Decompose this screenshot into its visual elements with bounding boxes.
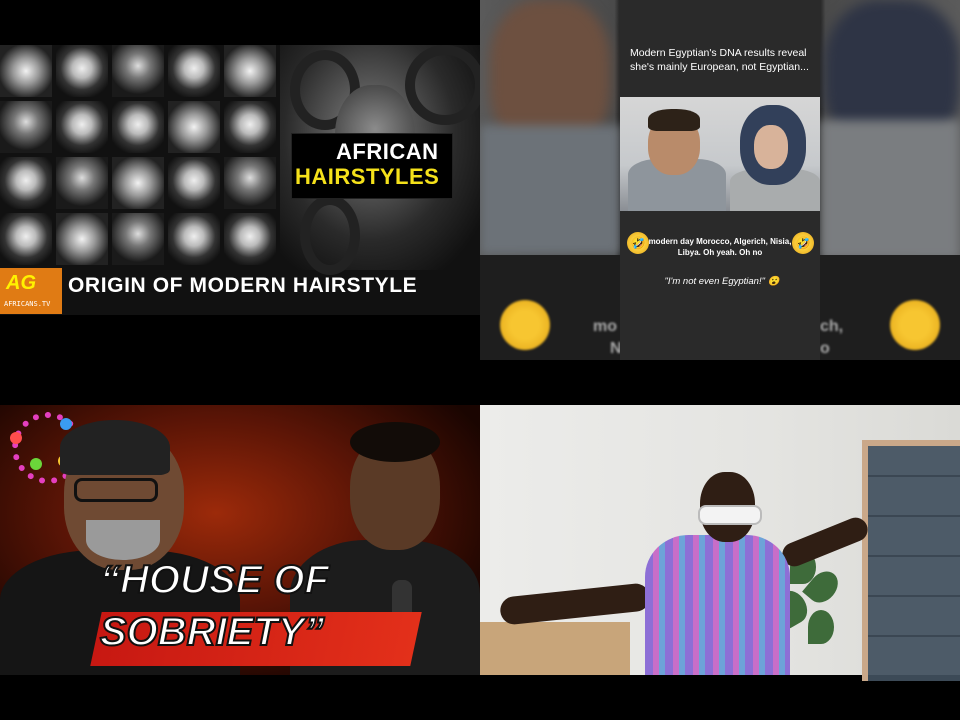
thumbnail-african-hairstyles[interactable]: AFRICAN HAIRSTYLES AG AFRICANS.TV ORIGIN… xyxy=(0,0,480,360)
striped-shirt xyxy=(645,535,790,675)
thumbnail-egyptian-dna[interactable]: mo N ch, o Modern Egyptian's DNA results… xyxy=(480,0,960,360)
glasses-icon xyxy=(74,478,158,502)
logo-subtext: AFRICANS.TV xyxy=(4,300,51,308)
title-sobriety: SOBRIETY” xyxy=(99,609,325,655)
blurred-emoji-left-icon xyxy=(500,300,550,350)
title-house-of: “HOUSE OF xyxy=(99,557,330,603)
thumbnail-purple-shirt-man[interactable] xyxy=(480,360,960,720)
cap-icon xyxy=(60,420,170,475)
sunglasses-icon xyxy=(698,505,762,525)
quote-caption: "I'm not even Egyptian!" 😮 xyxy=(664,276,780,287)
desk xyxy=(480,622,630,675)
blurred-text: ch, xyxy=(820,318,844,335)
hairstyle-photo-grid xyxy=(0,45,280,270)
title-african: AFRICAN xyxy=(336,139,439,164)
subtitle-caption: modern day Morocco, Algerich, Nisia, Lib… xyxy=(648,237,792,257)
video-caption: Modern Egyptian's DNA results reveal she… xyxy=(630,47,809,73)
embedded-video-frame xyxy=(620,97,820,211)
blurred-emoji-right-icon xyxy=(890,300,940,350)
title-hairstyles: HAIRSTYLES xyxy=(295,164,440,189)
thumbnail-subtitle: ORIGIN OF MODERN HAIRSTYLE xyxy=(68,274,418,297)
blurred-text: o xyxy=(820,340,830,357)
logo-mark: AG xyxy=(6,272,36,294)
channel-logo: AG AFRICANS.TV xyxy=(0,268,62,314)
thumbnail-house-of-sobriety[interactable]: “HOUSE OF SOBRIETY” xyxy=(0,360,480,720)
blurred-text: mo xyxy=(593,318,617,335)
